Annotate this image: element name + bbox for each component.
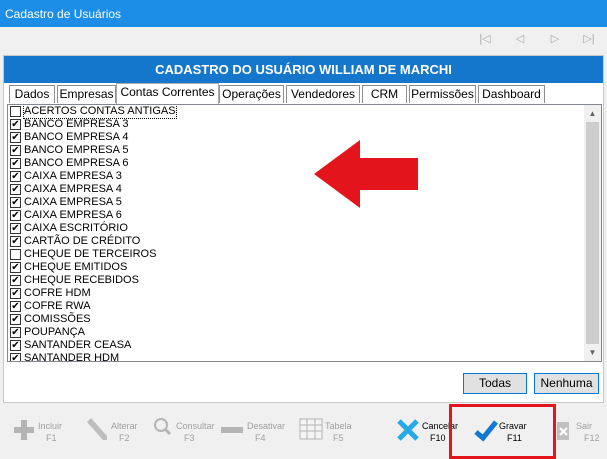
account-label: CHEQUE DE TERCEIROS [24, 248, 157, 260]
pencil-icon [83, 416, 111, 444]
prev-record-icon[interactable]: ◁ [513, 32, 527, 46]
tab-crm[interactable]: CRM [362, 85, 407, 103]
account-label: BANCO EMPRESA 4 [24, 131, 129, 143]
red-arrow-annotation-icon [314, 140, 418, 208]
checked-checkbox[interactable]: ✔ [10, 236, 21, 247]
account-label: COFRE RWA [24, 300, 91, 312]
checked-checkbox[interactable]: ✔ [10, 210, 21, 221]
account-label: CHEQUE RECEBIDOS [24, 274, 139, 286]
checked-checkbox[interactable]: ✔ [10, 158, 21, 169]
scroll-down-icon[interactable]: ▼ [584, 344, 601, 361]
last-record-icon[interactable]: ▷| [582, 32, 596, 46]
tab-empresas[interactable]: Empresas [57, 85, 116, 103]
account-label: COFRE HDM [24, 287, 91, 299]
first-record-icon[interactable]: |◁ [478, 32, 492, 46]
tab-permissoes[interactable]: Permissões [409, 85, 476, 103]
checked-checkbox[interactable]: ✔ [10, 340, 21, 351]
scroll-thumb[interactable] [586, 122, 599, 344]
record-navigation: |◁ ◁ ▷ ▷| [0, 27, 607, 51]
account-label: CAIXA ESCRITÓRIO [24, 222, 128, 234]
user-banner-title: CADASTRO DO USUÁRIO WILLIAM DE MARCHI [4, 56, 603, 83]
unchecked-checkbox[interactable] [10, 106, 21, 117]
account-label: CAIXA EMPRESA 6 [24, 209, 122, 221]
plus-icon [10, 416, 38, 444]
checked-checkbox[interactable]: ✔ [10, 197, 21, 208]
account-label: SANTANDER CEASA [24, 339, 132, 351]
toolbar-label: Sair [576, 421, 593, 431]
sair-button[interactable]: Sair F12 [556, 407, 607, 453]
checked-checkbox[interactable]: ✔ [10, 314, 21, 325]
tab-contas-correntes[interactable]: Contas Correntes [116, 83, 219, 104]
checked-checkbox[interactable]: ✔ [10, 275, 21, 286]
checked-checkbox[interactable]: ✔ [10, 145, 21, 156]
account-label: CHEQUE EMITIDOS [24, 261, 128, 273]
tab-vendedores[interactable]: Vendedores [286, 85, 360, 103]
toolbar-shortcut-key: F5 [333, 433, 344, 443]
account-label: COMISSÕES [24, 313, 91, 325]
unchecked-checkbox[interactable] [10, 249, 21, 260]
user-form-panel: CADASTRO DO USUÁRIO WILLIAM DE MARCHI Da… [3, 55, 604, 403]
account-label: BANCO EMPRESA 3 [24, 118, 129, 130]
toolbar-label: Tabela [325, 421, 352, 431]
minus-icon [221, 416, 249, 444]
checked-checkbox[interactable]: ✔ [10, 262, 21, 273]
account-label: ACERTOS CONTAS ANTIGAS [23, 105, 177, 119]
checked-checkbox[interactable]: ✔ [10, 171, 21, 182]
account-label: BANCO EMPRESA 5 [24, 144, 129, 156]
checked-checkbox[interactable]: ✔ [10, 353, 21, 361]
select-all-button[interactable]: Todas [463, 373, 527, 394]
checked-checkbox[interactable]: ✔ [10, 119, 21, 130]
desativar-button[interactable]: Desativar F4 [221, 407, 309, 453]
tab-dashboard[interactable]: Dashboard [478, 85, 545, 103]
incluir-button[interactable]: Incluir F1 [10, 407, 78, 453]
scroll-up-icon[interactable]: ▲ [584, 105, 601, 122]
checked-checkbox[interactable]: ✔ [10, 288, 21, 299]
account-label: BANCO EMPRESA 6 [24, 157, 129, 169]
account-label: CAIXA EMPRESA 4 [24, 183, 122, 195]
account-label: POUPANÇA [24, 326, 85, 338]
vertical-scrollbar[interactable]: ▲ ▼ [584, 105, 601, 361]
tab-operacoes[interactable]: Operações [219, 85, 284, 103]
window-title: Cadastro de Usuários [0, 0, 607, 27]
checked-checkbox[interactable]: ✔ [10, 223, 21, 234]
account-label: CARTÃO DE CRÉDITO [24, 235, 141, 247]
checked-checkbox[interactable]: ✔ [10, 184, 21, 195]
tab-dados[interactable]: Dados [9, 85, 55, 103]
select-none-button[interactable]: Nenhuma [534, 373, 599, 394]
next-record-icon[interactable]: ▷ [548, 32, 562, 46]
bank-account-checklist[interactable]: ▲ ▼ ACERTOS CONTAS ANTIGAS ✔ BANCO EMPRESA… [7, 104, 602, 362]
account-label: CAIXA EMPRESA 5 [24, 196, 122, 208]
toolbar-shortcut-key: F12 [584, 433, 600, 443]
checked-checkbox[interactable]: ✔ [10, 132, 21, 143]
save-button-highlight [449, 404, 556, 459]
toolbar-shortcut-key: F1 [46, 433, 57, 443]
account-label: CAIXA EMPRESA 3 [24, 170, 122, 182]
cancel-x-icon [396, 416, 424, 444]
checked-checkbox[interactable]: ✔ [10, 301, 21, 312]
table-icon [299, 416, 327, 444]
checked-checkbox[interactable]: ✔ [10, 327, 21, 338]
toolbar-label: Incluir [38, 421, 63, 431]
account-label: SANTANDER HDM [24, 352, 120, 362]
tabela-button[interactable]: Tabela F5 [299, 407, 381, 453]
